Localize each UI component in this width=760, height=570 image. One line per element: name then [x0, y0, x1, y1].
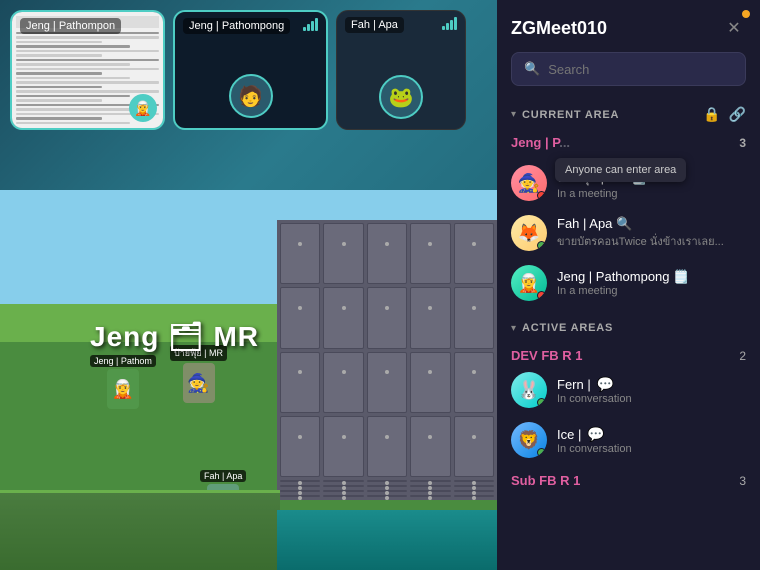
game-area: 🧝 Jeng | Pathompon Jeng | Pathompong 🧑 F… [0, 0, 497, 570]
user-status-fah: ขายบัตรคอนTwice นั่งข้างเราเลย... [557, 232, 746, 250]
panel-2-avatar: 🧑 [229, 74, 273, 118]
sidebar: ZGMeet010 ✕ 🔍 ▾ CURRENT AREA 🔒 🔗 Jeng | … [497, 0, 760, 570]
sub-fb-name[interactable]: Sub FB R 1 [511, 473, 580, 488]
user-status-fern: In conversation [557, 393, 746, 405]
fern-message-icon: 💬 [597, 376, 614, 393]
game-world: Jeng 🗂 MR Jeng | Pathom 🧝 [0, 190, 497, 570]
user-item-jeng[interactable]: 🧝 Jeng | Pathompong 🗒️ In a meeting [497, 258, 760, 308]
building [277, 220, 497, 500]
active-areas-title: ACTIVE AREAS [522, 322, 613, 334]
lock-icon[interactable]: 🔒 [703, 106, 720, 123]
user-item-fern[interactable]: 🐰 Fern | 💬 In conversation [497, 365, 760, 415]
status-dot-fern [537, 398, 546, 407]
current-area-chevron: ▾ [511, 109, 516, 120]
user-status-payfui: In a meeting [557, 188, 746, 200]
user-status-ice: In conversation [557, 443, 746, 455]
user-avatar-payfui: 🧙 [511, 165, 547, 201]
status-dot-fah [537, 241, 546, 250]
search-box[interactable]: 🔍 [511, 52, 746, 86]
area-user-name[interactable]: Jeng | P... [511, 135, 570, 150]
panel-1-label: Jeng | Pathompon [20, 18, 121, 34]
sub-fb-header: Sub FB R 1 3 [497, 465, 760, 490]
tooltip: Anyone can enter area [555, 158, 686, 182]
link-icon[interactable]: 🔗 [729, 106, 746, 123]
search-input[interactable] [548, 62, 733, 77]
user-item-fah[interactable]: 🦊 Fah | Apa 🔍 ขายบัตรคอนTwice นั่งข้างเร… [497, 208, 760, 258]
search-container: 🔍 [497, 52, 760, 98]
character-jeng: Jeng | Pathom 🧝 [90, 355, 156, 409]
user-status-jeng: In a meeting [557, 285, 746, 297]
status-dot-jeng [537, 291, 546, 300]
dev-fb-name[interactable]: DEV FB R 1 [511, 348, 583, 363]
notification-dot [742, 10, 750, 18]
panel-3-avatar: 🐸 [379, 75, 423, 119]
user-avatar-fah: 🦊 [511, 215, 547, 251]
user-name-fern: Fern | 💬 [557, 376, 746, 393]
sidebar-title: ZGMeet010 [511, 18, 607, 39]
panel-2-signal [303, 18, 318, 31]
user-avatar-ice: 🦁 [511, 422, 547, 458]
video-panels: 🧝 Jeng | Pathompon Jeng | Pathompong 🧑 F… [10, 10, 466, 130]
close-button[interactable]: ✕ [722, 16, 746, 40]
user-avatar-fern: 🐰 [511, 372, 547, 408]
dev-fb-header: DEV FB R 1 2 [497, 342, 760, 365]
video-panel-2: Jeng | Pathompong 🧑 [173, 10, 328, 130]
search-icon: 🔍 [524, 61, 540, 77]
current-area-user: Jeng | P... 3 [497, 131, 760, 158]
game-title: Jeng 🗂 MR [90, 320, 259, 353]
ice-message-icon: 💬 [587, 426, 604, 443]
active-areas-chevron: ▾ [511, 323, 516, 334]
video-panel-1: 🧝 Jeng | Pathompon [10, 10, 165, 130]
user-name-jeng: Jeng | Pathompong 🗒️ [557, 269, 746, 285]
current-area-title: CURRENT AREA [522, 109, 619, 121]
video-panel-3: Fah | Apa 🐸 [336, 10, 466, 130]
character-payfui: ป้ายฟุ้ย | MR 🧙 [170, 345, 227, 403]
sidebar-header: ZGMeet010 ✕ [497, 0, 760, 52]
current-area-count: 3 [739, 136, 746, 150]
user-avatar-jeng: 🧝 [511, 265, 547, 301]
current-area-header[interactable]: ▾ CURRENT AREA 🔒 🔗 [497, 98, 760, 131]
user-name-fah: Fah | Apa 🔍 [557, 216, 746, 232]
panel-3-label: Fah | Apa [345, 17, 404, 33]
active-areas-header[interactable]: ▾ ACTIVE AREAS [497, 314, 760, 342]
user-name-ice: Ice | 💬 [557, 426, 746, 443]
user-item-ice[interactable]: 🦁 Ice | 💬 In conversation [497, 415, 760, 465]
sub-fb-count: 3 [739, 474, 746, 488]
panel-2-label: Jeng | Pathompong [183, 18, 290, 34]
status-dot-payfui [537, 191, 546, 200]
panel-3-signal [442, 17, 457, 30]
status-dot-ice [537, 448, 546, 457]
dev-fb-count: 2 [739, 349, 746, 363]
